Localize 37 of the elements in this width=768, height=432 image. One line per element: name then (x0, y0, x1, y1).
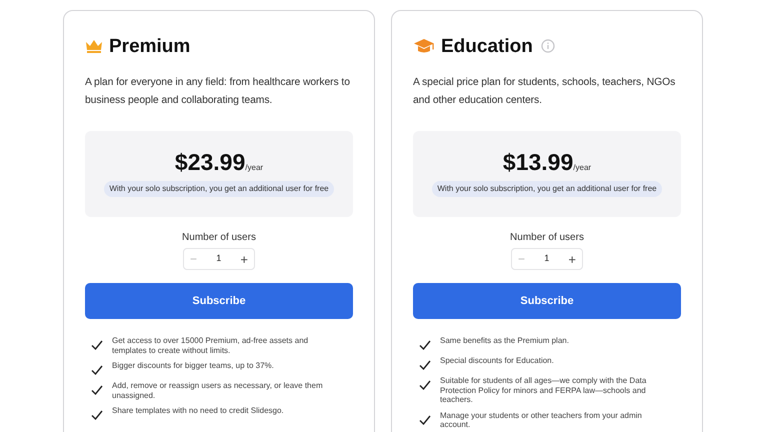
user-count: 1 (544, 252, 550, 266)
info-icon[interactable] (540, 39, 555, 53)
subscribe-button[interactable]: Subscribe (413, 283, 681, 319)
plan-description: A plan for everyone in any field: from healthcare workers to business people and collaborating teams. (85, 76, 351, 108)
price: $23.99 (174, 151, 246, 174)
plan-title: Education (441, 36, 533, 56)
feature-text: Manage your students or other teachers from your admin account. (440, 410, 643, 430)
users-label: Number of users (182, 231, 256, 245)
increment-button[interactable]: + (240, 252, 248, 266)
price-period: /year (245, 164, 264, 172)
checkmark-icon (419, 380, 431, 390)
graduation-cap-icon (413, 38, 435, 54)
checkmark-icon (91, 385, 103, 395)
price: $13.99 (502, 151, 574, 174)
free-user-note: With your solo subscription, you get an additional user for free (432, 181, 662, 197)
checkmark-icon (419, 414, 431, 424)
user-count: 1 (216, 252, 222, 266)
price-period: /year (573, 164, 592, 172)
plan-description: A special price plan for students, schools, teachers, NGOs and other education centers. (413, 76, 676, 108)
checkmark-icon (419, 340, 431, 350)
plan-title: Premium (109, 36, 190, 56)
feature-text: Bigger discounts for bigger teams, up to 37%. (112, 361, 274, 372)
checkmark-icon (91, 365, 103, 375)
feature-text: Get access to over 15000 Premium, ad-free assets and templates to create without limits. (112, 336, 310, 355)
checkmark-icon (91, 410, 103, 420)
checkmark-icon (419, 360, 431, 370)
free-user-note: With your solo subscription, you get an additional user for free (104, 181, 334, 197)
increment-button[interactable]: + (568, 252, 576, 266)
feature-text: Special discounts for Education. (440, 356, 554, 367)
crown-icon (85, 39, 103, 53)
subscribe-button[interactable]: Subscribe (85, 283, 353, 319)
feature-text: Suitable for students of all ages—we comply with the Data Protection Policy for minors and FERPA law—schools and teachers. (440, 376, 648, 404)
users-label: Number of users (510, 231, 584, 245)
checkmark-icon (91, 340, 103, 350)
feature-text: Share templates with no need to credit Slidesgo. (112, 406, 284, 417)
feature-text: Add, remove or reassign users as necessary, or leave them unassigned. (112, 381, 324, 400)
feature-text: Same benefits as the Premium plan. (440, 336, 569, 347)
